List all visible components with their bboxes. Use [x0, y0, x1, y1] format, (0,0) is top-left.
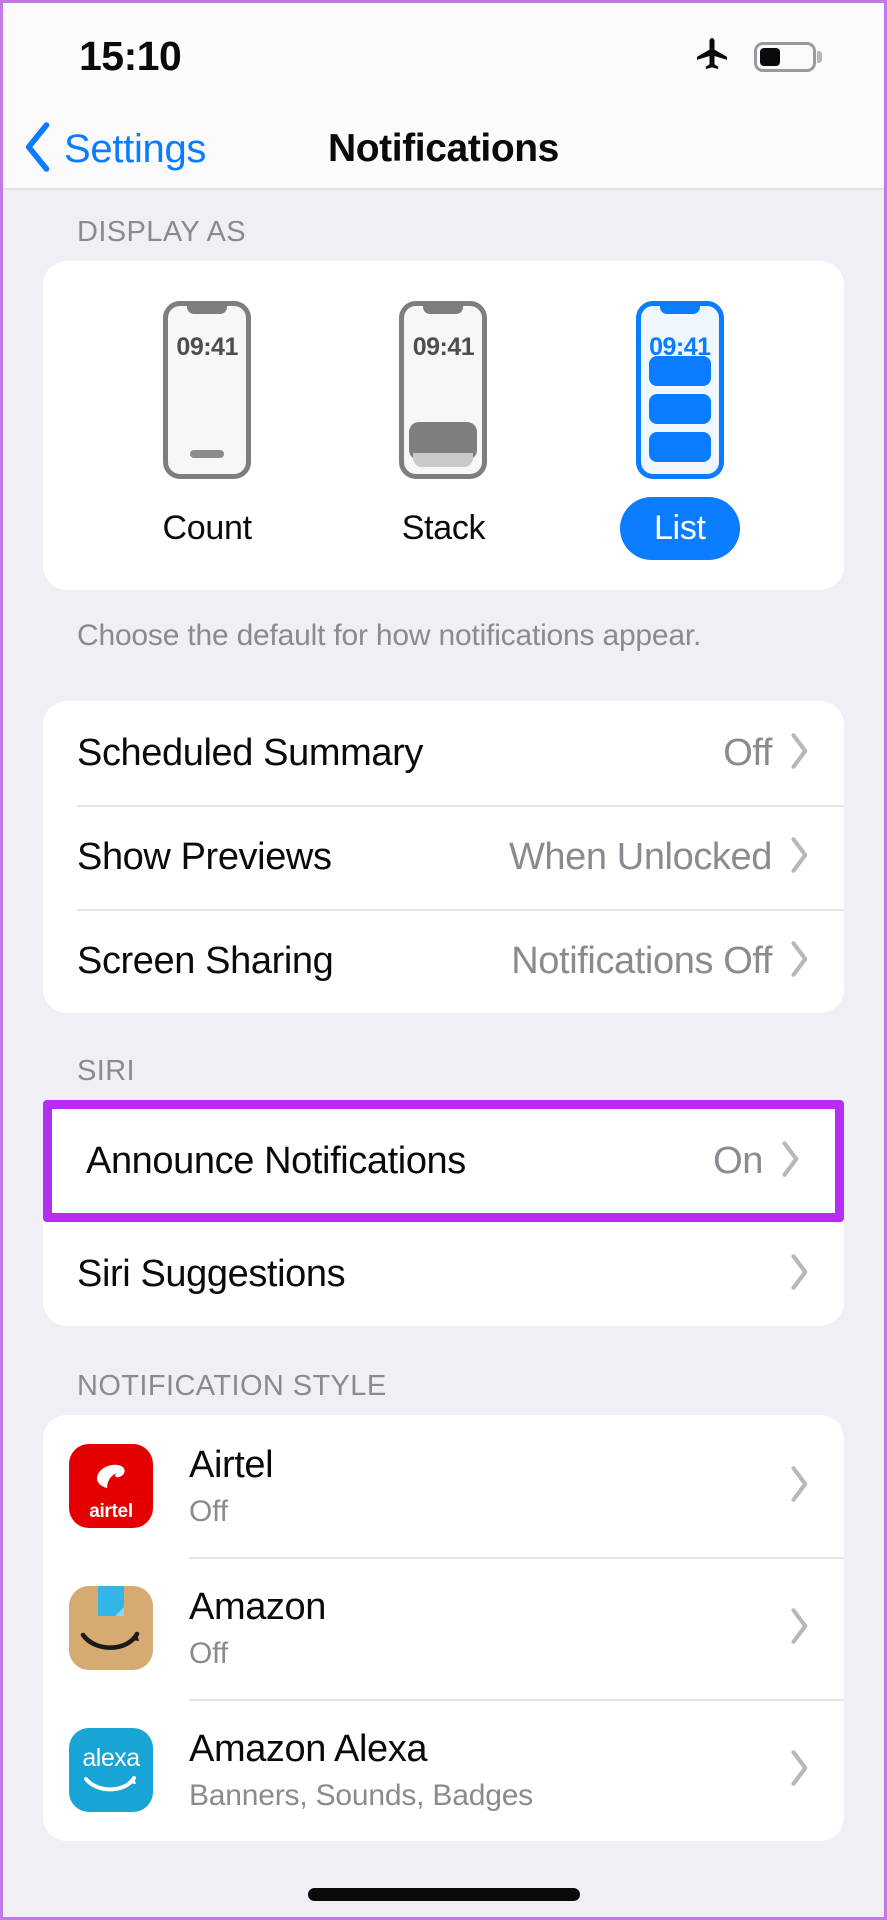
siri-card-bottom: Siri Suggestions: [43, 1222, 844, 1326]
row-label: Scheduled Summary: [77, 731, 423, 774]
app-status: Off: [189, 1494, 228, 1528]
display-as-option-stack[interactable]: 09:41 Stack: [353, 301, 533, 548]
chevron-right-icon: [788, 940, 810, 983]
row-label: Show Previews: [77, 835, 332, 878]
chevron-right-icon: [788, 1607, 810, 1650]
status-bar: 15:10: [3, 3, 884, 110]
iphone-settings-screen: 15:10 Settings Notifications DISPLAY AS …: [0, 0, 887, 1920]
row-label: Siri Suggestions: [77, 1252, 346, 1295]
status-bar-time: 15:10: [79, 33, 182, 79]
row-announce-notifications[interactable]: Announce Notifications On: [52, 1109, 835, 1213]
home-indicator: [307, 1888, 580, 1901]
list-indicator-rows: [648, 356, 711, 462]
airtel-icon-text: airtel: [89, 1501, 133, 1522]
row-scheduled-summary[interactable]: Scheduled Summary Off: [43, 701, 844, 805]
amazon-tape-shape: [98, 1586, 124, 1616]
battery-icon: [754, 41, 816, 72]
app-row-airtel[interactable]: airtel Airtel Off: [43, 1415, 844, 1557]
general-settings-card: Scheduled Summary Off Show Previews When…: [43, 701, 844, 1013]
announce-notifications-highlight: Announce Notifications On: [43, 1100, 844, 1222]
list-indicator-row: [648, 394, 711, 424]
app-row-amazon-alexa[interactable]: alexa Amazon Alexa Banners, Sounds, Badg…: [43, 1699, 844, 1841]
phone-mockup-time-stack: 09:41: [412, 333, 475, 361]
row-value: On: [713, 1139, 763, 1182]
phone-notch: [423, 304, 464, 314]
display-as-footnote: Choose the default for how notifications…: [77, 619, 702, 652]
siri-section-header: SIRI: [77, 1055, 135, 1087]
display-as-section-header: DISPLAY AS: [77, 216, 246, 248]
back-button-label: Settings: [64, 126, 207, 171]
chevron-left-icon: [21, 120, 55, 179]
chevron-right-icon: [788, 1465, 810, 1508]
chevron-right-icon: [788, 1253, 810, 1296]
app-status: Off: [189, 1636, 228, 1670]
app-text-group: Airtel Off: [189, 1444, 788, 1529]
list-indicator-row: [648, 356, 711, 386]
amazon-smile-icon: [80, 1631, 140, 1650]
phone-mockup-time-count: 09:41: [176, 333, 238, 361]
app-name: Amazon: [189, 1585, 327, 1628]
status-bar-indicators: [692, 34, 816, 79]
highlight-box: Announce Notifications On: [43, 1100, 844, 1222]
app-text-group: Amazon Off: [189, 1586, 788, 1671]
display-as-label-count: Count: [162, 509, 253, 547]
phone-notch: [659, 304, 700, 314]
phone-notch: [187, 304, 228, 314]
chevron-right-icon: [788, 836, 810, 879]
alexa-icon-text: alexa: [82, 1744, 140, 1772]
chevron-right-icon: [788, 1749, 810, 1792]
row-value: When Unlocked: [508, 835, 772, 878]
display-as-option-count[interactable]: 09:41 Count: [117, 301, 297, 548]
notification-style-section-header: NOTIFICATION STYLE: [77, 1370, 387, 1402]
app-name: Amazon Alexa: [189, 1727, 428, 1770]
settings-content: DISPLAY AS 09:41 Count 09:41 Stack 09:41…: [3, 190, 884, 1851]
airtel-app-icon: airtel: [69, 1444, 153, 1528]
list-indicator-row: [648, 432, 711, 462]
app-status: Banners, Sounds, Badges: [189, 1778, 533, 1812]
chevron-right-icon: [788, 732, 810, 775]
alexa-smile-icon: [84, 1776, 136, 1792]
alexa-app-icon: alexa: [69, 1728, 153, 1812]
row-label: Screen Sharing: [77, 939, 334, 982]
phone-mockup-list: 09:41: [635, 301, 724, 479]
display-as-card: 09:41 Count 09:41 Stack 09:41 List: [43, 261, 844, 590]
chevron-right-icon: [779, 1140, 801, 1183]
stack-indicator-block: [409, 422, 478, 467]
battery-fill: [760, 47, 780, 66]
airplane-mode-icon: [692, 34, 732, 79]
navigation-bar: Settings Notifications: [3, 110, 884, 190]
count-indicator-bar: [190, 450, 225, 458]
app-row-amazon[interactable]: Amazon Off: [43, 1557, 844, 1699]
phone-mockup-stack: 09:41: [399, 301, 488, 479]
row-label: Announce Notifications: [86, 1139, 466, 1182]
airtel-swoosh-icon: [89, 1455, 133, 1500]
phone-mockup-count: 09:41: [163, 301, 252, 479]
row-show-previews[interactable]: Show Previews When Unlocked: [43, 805, 844, 909]
row-siri-suggestions[interactable]: Siri Suggestions: [43, 1222, 844, 1326]
app-text-group: Amazon Alexa Banners, Sounds, Badges: [189, 1728, 788, 1813]
display-as-options: 09:41 Count 09:41 Stack 09:41 List: [43, 301, 844, 560]
row-screen-sharing[interactable]: Screen Sharing Notifications Off: [43, 909, 844, 1013]
back-button[interactable]: Settings: [3, 120, 206, 179]
app-name: Airtel: [189, 1443, 274, 1486]
display-as-label-list: List: [619, 497, 740, 560]
display-as-label-stack: Stack: [401, 509, 486, 547]
amazon-app-icon: [69, 1586, 153, 1670]
row-value: Off: [723, 731, 772, 774]
notification-style-card: airtel Airtel Off Amazon Off alexa Amazo…: [43, 1415, 844, 1841]
display-as-option-list[interactable]: 09:41 List: [590, 301, 770, 560]
row-value: Notifications Off: [511, 939, 772, 982]
